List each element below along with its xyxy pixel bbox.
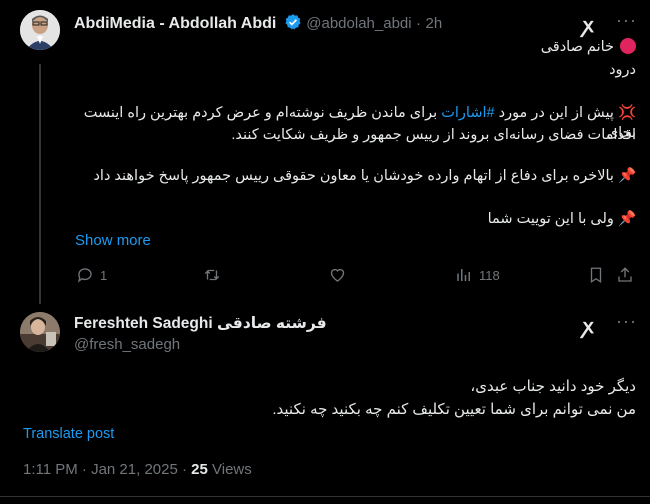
tweet2-line1: دیگر خود دانید جناب عبدی، (470, 378, 636, 395)
retweet-button[interactable] (202, 266, 222, 284)
author-handle[interactable]: @fresh_sadegh (74, 336, 180, 353)
show-more-link[interactable]: Show more (75, 232, 151, 249)
tweet1-line5: 📌بالاخره برای دفاع از اتهام وارده خودشان… (80, 166, 636, 186)
tweet1-text-l1: خانم صادقی (540, 39, 614, 55)
views-label: Views (207, 461, 252, 478)
post-timestamp[interactable]: 1:11 PM · Jan 21, 2025 · (23, 461, 191, 478)
views-count: 118 (479, 267, 500, 283)
hashtag-link[interactable]: #اشارات (441, 105, 494, 121)
tweet1-text-l5: بالاخره برای دفاع از اتهام وارده خودشان … (93, 168, 614, 184)
bookmark-button[interactable] (588, 266, 604, 284)
pushpin-icon: 📌 (617, 211, 636, 227)
post-meta: 1:11 PM · Jan 21, 2025 · 25 Views (23, 461, 252, 478)
avatar-abdollah-abdi[interactable] (20, 10, 60, 50)
tweet2-author-name-row: Fereshteh Sadeghi فرشته صادقی (74, 314, 327, 333)
retweet-icon (204, 269, 220, 281)
author-name[interactable]: AbdiMedia - Abdollah Abdi (74, 15, 276, 32)
bottom-divider (0, 496, 650, 497)
tweet1-line2: درود (609, 62, 636, 78)
more-icon[interactable]: ··· (616, 311, 637, 332)
bookmark-icon (590, 267, 602, 284)
post-time[interactable]: 2h (426, 15, 443, 32)
reply-count: 1 (100, 267, 108, 283)
share-button[interactable] (616, 266, 634, 284)
tweet2-line2: من نمی توانم برای شما تعیین تکلیف کنم چه… (272, 401, 636, 418)
pushpin-icon: 📌 (617, 168, 636, 184)
views-count: 25 (191, 461, 208, 478)
tweet1-text-l3-pre: پیش از این در مورد (494, 105, 614, 121)
like-icon (330, 268, 345, 282)
tweet1-text-l6: ولی با این توییت شما (487, 211, 614, 227)
avatar-fereshteh-sadeghi[interactable] (20, 312, 60, 352)
like-button[interactable] (328, 266, 347, 284)
tweet1-header: AbdiMedia - Abdollah Abdi @abdolah_abdi … (74, 13, 442, 33)
header-separator: · (416, 15, 422, 32)
views-icon (457, 269, 470, 281)
reply-icon (77, 268, 92, 283)
more-icon[interactable]: ··· (616, 10, 637, 31)
grok-icon[interactable]: ꭗ (583, 312, 594, 339)
reply-button[interactable]: 1 (76, 266, 107, 284)
verified-badge-icon (285, 14, 301, 30)
tweet1-line6: 📌ولی با این توییت شما (80, 209, 636, 229)
author-handle[interactable]: @abdolah_abdi (306, 15, 411, 32)
translate-post-link[interactable]: Translate post (23, 426, 114, 442)
share-icon (618, 267, 632, 282)
collision-icon: 💢 (617, 105, 636, 121)
red-circle-icon (620, 38, 636, 54)
views-button[interactable]: 118 (455, 266, 500, 284)
author-name[interactable]: Fereshteh Sadeghi فرشته صادقی (74, 315, 327, 332)
thread-connector (39, 64, 41, 304)
grok-icon[interactable]: ꭗ (583, 11, 594, 38)
tweet1-line1: خانم صادقی (80, 37, 636, 57)
tweet1-line4: اقدامات فضای رسانه‌ای بروند از رییس جمهو… (231, 127, 636, 143)
